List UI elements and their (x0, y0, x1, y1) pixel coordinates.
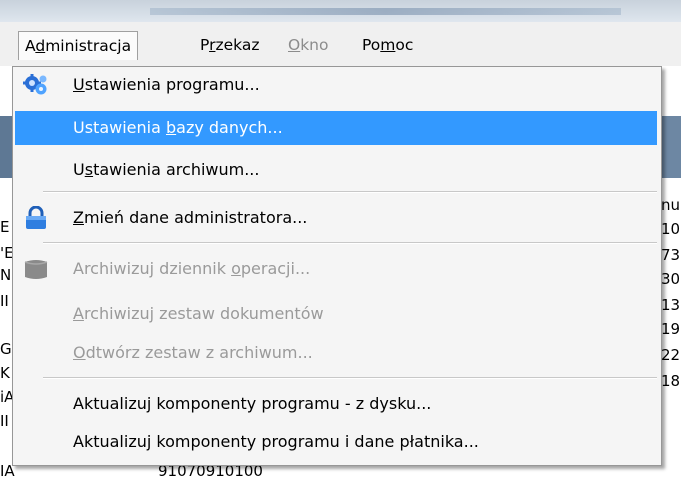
settings-gears-icon (23, 73, 49, 97)
menu-label-part: P (200, 36, 210, 54)
menu-item-label: Aktualizuj komponenty programu i dane pł… (73, 432, 479, 451)
menu-item-zmien-dane-administratora[interactable]: Zmień dane administratora... (15, 201, 657, 235)
bg-cell: II (0, 292, 9, 310)
menu-label-part: kno (300, 36, 329, 54)
bg-cell: 10 (661, 220, 681, 238)
bg-cell: 18 (661, 372, 681, 390)
menu-administracja[interactable]: Administracja (18, 31, 139, 60)
window-title-strip (0, 0, 681, 22)
menu-item-ustawienia-programu[interactable]: Ustawienia programu... (15, 68, 657, 102)
menu-item-label: Zmień dane administratora... (73, 201, 307, 235)
menu-label-part: A (25, 37, 36, 55)
mnemonic: b (165, 118, 177, 137)
administracja-dropdown-menu: Ustawienia programu... Ustawienia bazy d… (12, 66, 662, 466)
mnemonic: Z (73, 208, 84, 227)
menu-item-label: Archiwizuj zestaw dokumentów (73, 297, 324, 331)
bg-cell: nu (661, 196, 681, 214)
menu-separator (43, 191, 657, 193)
menu-mnemonic: m (380, 36, 396, 54)
menu-mnemonic: O (288, 36, 301, 54)
label-part: mień dane administratora... (83, 208, 308, 227)
menu-item-odtworz-zestaw[interactable]: Odtwórz zestaw z archiwum... (15, 336, 657, 370)
bg-cell: II (0, 412, 9, 430)
bg-cell: G (0, 340, 12, 358)
menu-item-ustawienia-bazy-danych[interactable]: Ustawienia bazy danych... (15, 111, 657, 145)
menu-item-aktualizuj-z-dysku[interactable]: Aktualizuj komponenty programu - z dysku… (15, 387, 657, 421)
menu-pomoc[interactable]: Pomoc (356, 32, 419, 58)
label-part: dtwórz zestaw z archiwum... (85, 343, 313, 362)
menu-label-part: oc (395, 36, 414, 54)
bg-cell: 19 (661, 320, 681, 338)
menu-item-label: Archiwizuj dziennik operacji... (73, 252, 310, 286)
label-part: tawienia archiwum... (93, 160, 260, 179)
padlock-icon (23, 205, 49, 230)
menu-label-part: ministracja (45, 37, 132, 55)
menu-item-label: Aktualizuj komponenty programu - z dysku… (73, 394, 432, 413)
mnemonic: o (231, 259, 241, 278)
menu-separator (43, 242, 657, 244)
bg-cell: N (0, 266, 12, 284)
mnemonic: A (73, 304, 84, 323)
background-header-bar (0, 116, 12, 178)
archive-icon (23, 257, 49, 281)
menu-mnemonic: d (35, 37, 46, 55)
menu-item-label: Ustawienia bazy danych... (73, 111, 283, 145)
label-part: rchiwizuj zestaw dokumentów (83, 304, 324, 323)
bg-cell: 73 (661, 246, 681, 264)
label-part: Archiwizuj dziennik (73, 259, 232, 278)
bg-cell: 30 (661, 270, 681, 288)
menu-separator (43, 377, 657, 379)
menu-item-ustawienia-archiwum[interactable]: Ustawienia archiwum... (15, 153, 657, 187)
menu-item-archiwizuj-dziennik[interactable]: Archiwizuj dziennik operacji... (15, 252, 657, 286)
menu-okno[interactable]: Okno (282, 32, 335, 58)
label-part: U (73, 160, 85, 179)
menu-przekaz[interactable]: Przekaz (194, 32, 265, 58)
label-part: peracji... (240, 259, 311, 278)
bg-cell: E (0, 218, 10, 236)
menu-item-aktualizuj-dane-platnika[interactable]: Aktualizuj komponenty programu i dane pł… (15, 425, 657, 459)
menu-item-label: Ustawienia archiwum... (73, 153, 259, 187)
bg-cell: 13 (661, 296, 681, 314)
menu-label-part: Po (362, 36, 381, 54)
label-part: Ustawienia (73, 118, 166, 137)
mnemonic: U (73, 75, 85, 94)
menu-bar: Administracja Przekaz Okno Pomoc (0, 22, 681, 66)
menu-label-part: zekaz (215, 36, 260, 54)
label-part: azy danych... (176, 118, 283, 137)
label-part: stawienia programu... (84, 75, 260, 94)
bg-cell: 22 (661, 346, 681, 364)
menu-item-label: Odtwórz zestaw z archiwum... (73, 336, 313, 370)
bg-cell: K (0, 364, 10, 382)
menu-item-archiwizuj-zestaw[interactable]: Archiwizuj zestaw dokumentów (15, 297, 657, 331)
title-gradient (150, 8, 621, 15)
mnemonic: O (73, 343, 86, 362)
menu-item-label: Ustawienia programu... (73, 68, 260, 102)
mnemonic: s (84, 160, 94, 179)
